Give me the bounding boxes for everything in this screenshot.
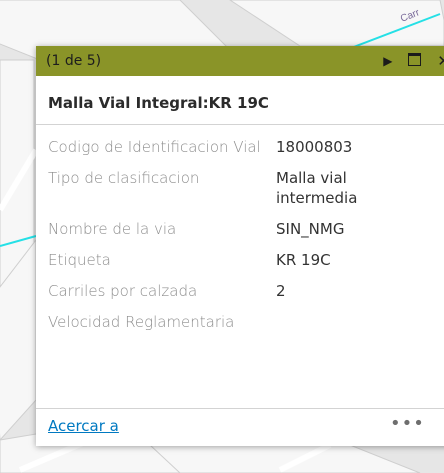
feature-popup: (1 de 5) ▶ ✕ Malla Vial Integral:KR 19C … <box>36 46 444 446</box>
attribute-value: 2 <box>276 282 286 300</box>
zoom-to-link[interactable]: Acercar a <box>48 417 119 435</box>
attribute-row: Etiqueta KR 19C <box>48 250 386 281</box>
close-icon[interactable]: ✕ <box>437 52 444 70</box>
attribute-row: Tipo de clasificacion Malla vial interme… <box>48 168 386 219</box>
attribute-value: 18000803 <box>276 138 353 156</box>
popup-title: Malla Vial Integral:KR 19C <box>36 76 444 125</box>
attribute-key: Tipo de clasificacion <box>48 169 200 187</box>
attribute-row: Carriles por calzada 2 <box>48 281 386 312</box>
attribute-value <box>276 312 386 343</box>
popup-footer: Acercar a ••• <box>36 408 444 446</box>
attribute-key: Carriles por calzada <box>48 282 198 300</box>
next-feature-icon[interactable]: ▶ <box>383 54 392 68</box>
attribute-row: Velocidad Reglamentaria <box>48 312 386 343</box>
attribute-value: Malla vial intermedia <box>276 169 358 207</box>
attribute-key: Etiqueta <box>48 251 111 269</box>
attribute-value: SIN_NMG <box>276 220 345 238</box>
popup-header: (1 de 5) ▶ ✕ <box>36 46 444 76</box>
maximize-icon[interactable] <box>408 53 422 69</box>
attribute-row: Nombre de la via SIN_NMG <box>48 219 386 250</box>
attribute-key: Nombre de la via <box>48 220 177 238</box>
attribute-key: Velocidad Reglamentaria <box>48 313 235 331</box>
popup-controls: ▶ ✕ <box>383 52 444 70</box>
feature-counter: (1 de 5) <box>46 53 102 69</box>
attribute-value: KR 19C <box>276 251 331 269</box>
attribute-table: Codigo de Identificacion Vial 18000803 T… <box>48 137 386 343</box>
more-options-icon[interactable]: ••• <box>390 415 425 433</box>
attribute-row: Codigo de Identificacion Vial 18000803 <box>48 137 386 168</box>
attribute-key: Codigo de Identificacion Vial <box>48 138 261 156</box>
